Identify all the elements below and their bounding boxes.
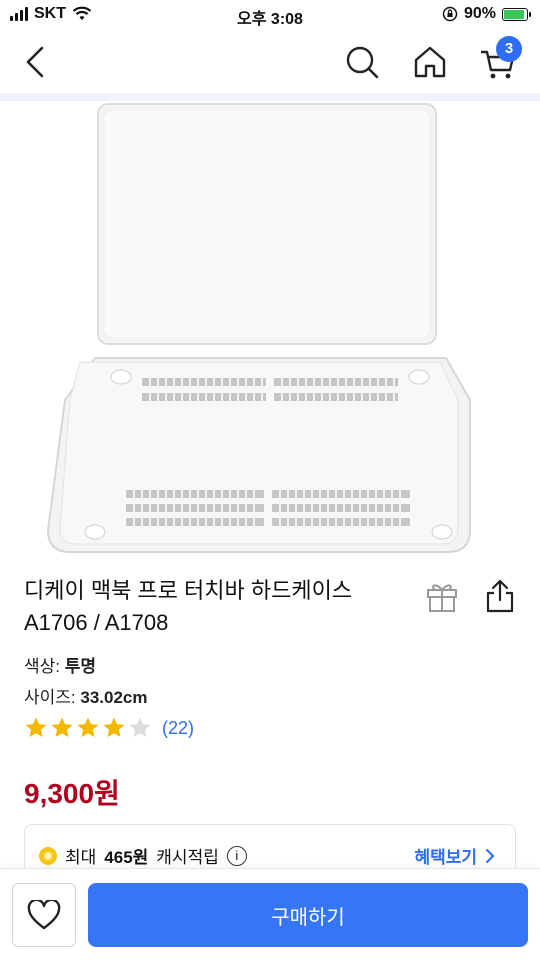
share-icon[interactable] bbox=[484, 578, 516, 614]
status-bar: SKT 오후 3:08 90% bbox=[0, 0, 540, 30]
review-count[interactable]: (22) bbox=[162, 718, 194, 739]
star-filled-icon bbox=[51, 717, 73, 737]
battery-percent: 90% bbox=[463, 5, 496, 22]
product-title: 디케이 맥북 프로 터치바 하드케이스 A1706 / A1708 bbox=[24, 575, 404, 639]
size-value: 33.02cm bbox=[80, 688, 148, 707]
info-icon[interactable]: i bbox=[226, 845, 247, 866]
cart-button[interactable]: 3 bbox=[478, 36, 522, 82]
cash-benefit-text: 최대 465원 캐시적립 i bbox=[39, 843, 247, 868]
benefit-amount: 465원 bbox=[104, 848, 149, 867]
coin-icon bbox=[39, 846, 57, 865]
star-filled-icon bbox=[25, 717, 47, 737]
home-icon[interactable] bbox=[410, 42, 450, 82]
status-right: 90% bbox=[442, 5, 531, 23]
rating[interactable]: (22) bbox=[24, 716, 194, 740]
benefit-link-label: 혜택보기 bbox=[414, 848, 477, 867]
size-option: 사이즈: 33.02cm bbox=[24, 683, 148, 708]
chevron-right-icon bbox=[486, 848, 494, 863]
color-value: 투명 bbox=[64, 657, 97, 676]
star-filled-icon bbox=[103, 717, 125, 737]
size-label: 사이즈: bbox=[24, 688, 76, 707]
top-navbar: 3 bbox=[0, 30, 540, 94]
star-filled-icon bbox=[77, 717, 99, 737]
back-arrow-icon[interactable] bbox=[20, 42, 60, 82]
gift-icon[interactable] bbox=[424, 578, 460, 614]
battery-icon bbox=[502, 7, 531, 21]
benefit-suffix: 캐시적립 bbox=[156, 848, 219, 867]
star-empty-icon bbox=[129, 717, 151, 737]
cart-count-badge: 3 bbox=[496, 36, 522, 62]
rating-stars bbox=[24, 716, 152, 740]
color-label: 색상: bbox=[24, 657, 61, 676]
color-option: 색상: 투명 bbox=[24, 652, 96, 677]
wishlist-button[interactable] bbox=[12, 883, 76, 947]
price: 9,300원 bbox=[24, 778, 120, 809]
buy-button[interactable]: 구매하기 bbox=[88, 883, 528, 947]
product-image[interactable] bbox=[0, 100, 540, 562]
benefit-view-link[interactable]: 혜택보기 bbox=[414, 843, 495, 868]
search-icon[interactable] bbox=[342, 42, 382, 82]
bottom-action-bar: 구매하기 bbox=[0, 868, 540, 962]
benefit-prefix: 최대 bbox=[65, 848, 97, 867]
product-title-line2: A1706 / A1708 bbox=[24, 610, 169, 635]
orientation-lock-icon bbox=[442, 6, 458, 22]
heart-icon bbox=[27, 900, 61, 930]
product-title-line1: 디케이 맥북 프로 터치바 하드케이스 bbox=[24, 578, 353, 603]
